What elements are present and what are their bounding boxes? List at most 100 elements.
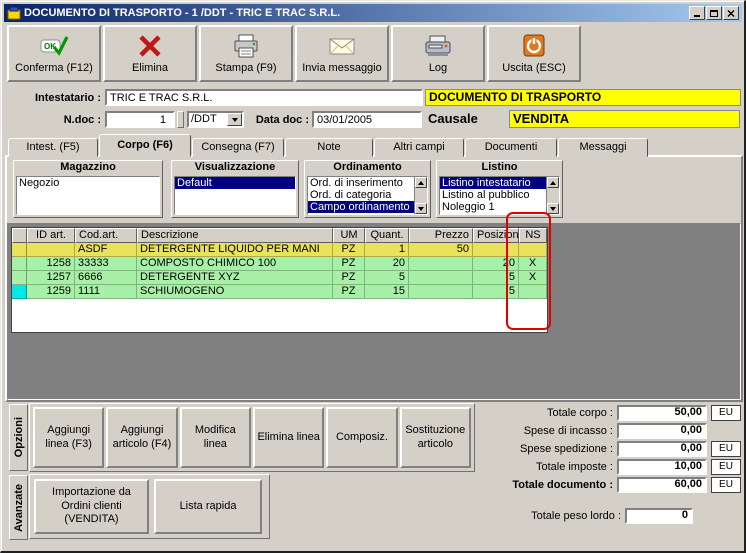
- totale-corpo-value[interactable]: 50,00: [617, 404, 707, 421]
- tab-corpo[interactable]: Corpo (F6): [99, 134, 191, 157]
- cell-descrizione: SCHIUMOGENO: [137, 285, 333, 299]
- table-row[interactable]: 1258 33333 COMPOSTO CHIMICO 100 PZ 20 20…: [12, 257, 547, 271]
- scroll-down-icon[interactable]: [415, 203, 427, 214]
- printer-icon: [231, 33, 261, 59]
- intestatario-field[interactable]: TRIC E TRAC S.R.L.: [105, 89, 423, 106]
- composition-button[interactable]: Composiz.: [326, 407, 398, 468]
- list-item-campo-ordinamento[interactable]: Campo ordinamento: [308, 201, 414, 213]
- log-button[interactable]: Log: [391, 25, 485, 82]
- scroll-down-icon[interactable]: [547, 203, 559, 214]
- col-header-um[interactable]: UM: [333, 228, 365, 243]
- opzioni-panel: Aggiungi linea (F3) Aggiungi articolo (F…: [29, 403, 475, 472]
- add-line-button[interactable]: Aggiungi linea (F3): [33, 407, 105, 468]
- print-button[interactable]: Stampa (F9): [199, 25, 293, 82]
- visualizzazione-group: Visualizzazione Default: [171, 160, 299, 218]
- totale-imposte-value[interactable]: 10,00: [617, 458, 707, 475]
- cell-id-art: [27, 243, 75, 257]
- cell-descrizione: DETERGENTE LIQUIDO PER MANI: [137, 243, 333, 257]
- cell-quant: 1: [365, 243, 409, 257]
- totale-documento-value[interactable]: 60,00: [617, 476, 707, 493]
- scroll-up-icon[interactable]: [415, 177, 427, 188]
- confirm-button[interactable]: OK Conferma (F12): [7, 25, 101, 82]
- cell-id-art: 1257: [27, 271, 75, 285]
- ndoc-field[interactable]: 1: [105, 111, 175, 128]
- doc-type-banner: DOCUMENTO DI TRASPORTO: [425, 89, 741, 106]
- list-item-ord-categoria[interactable]: Ord. di categoria: [308, 189, 414, 201]
- side-tab-opzioni[interactable]: Opzioni: [9, 404, 28, 471]
- col-header-quant[interactable]: Quant.: [365, 228, 409, 243]
- maximize-button[interactable]: [706, 6, 722, 20]
- doc-type-combo[interactable]: /DDT: [187, 111, 244, 128]
- col-header-prezzo[interactable]: Prezzo: [409, 228, 473, 243]
- tab-strip: Intest. (F5) Corpo (F6) Consegna (F7) No…: [8, 134, 649, 157]
- tab-note[interactable]: Note: [285, 138, 373, 157]
- cell-quant: 20: [365, 257, 409, 271]
- cell-um: PZ: [333, 243, 365, 257]
- list-item-default[interactable]: Default: [175, 177, 295, 189]
- spese-incasso-value[interactable]: 0,00: [617, 422, 707, 439]
- cell-cod-art: 6666: [75, 271, 137, 285]
- delete-label: Elimina: [131, 62, 169, 74]
- scroll-up-icon[interactable]: [547, 177, 559, 188]
- chevron-down-icon[interactable]: [227, 113, 242, 126]
- edit-line-button[interactable]: Modifica linea: [179, 407, 251, 468]
- delete-button[interactable]: Elimina: [103, 25, 197, 82]
- add-article-button[interactable]: Aggiungi articolo (F4): [106, 407, 178, 468]
- cell-cod-art: ASDF: [75, 243, 137, 257]
- side-tab-avanzate[interactable]: Avanzate: [9, 475, 28, 540]
- cell-prezzo: [409, 257, 473, 271]
- scanner-icon: [422, 33, 454, 59]
- title-bar[interactable]: DOCUMENTO DI TRASPORTO - 1 /DDT - TRIC E…: [4, 4, 742, 22]
- grid-corner-cell: [12, 228, 27, 243]
- list-item-negozio[interactable]: Negozio: [17, 177, 159, 189]
- ordinamento-scrollbar[interactable]: [414, 177, 427, 214]
- col-header-descrizione[interactable]: Descrizione: [137, 228, 333, 243]
- col-header-id-art[interactable]: ID art.: [27, 228, 75, 243]
- tab-altri-campi[interactable]: Altri campi: [374, 138, 464, 157]
- list-item-listino-intestatario[interactable]: Listino intestatario: [440, 177, 546, 189]
- table-row[interactable]: ASDF DETERGENTE LIQUIDO PER MANI PZ 1 50: [12, 243, 547, 257]
- tab-documenti[interactable]: Documenti: [465, 138, 557, 157]
- list-item-ord-inserimento[interactable]: Ord. di inserimento: [308, 177, 414, 189]
- totale-corpo-label: Totale corpo :: [546, 406, 613, 419]
- delete-line-button[interactable]: Elimina linea: [252, 407, 325, 468]
- tab-intest[interactable]: Intest. (F5): [8, 138, 98, 157]
- quick-list-button[interactable]: Lista rapida: [154, 479, 262, 534]
- close-button[interactable]: [723, 6, 739, 20]
- table-row[interactable]: 1257 6666 DETERGENTE XYZ PZ 5 5 X: [12, 271, 547, 285]
- totale-imposte-currency-button[interactable]: EU: [711, 458, 741, 475]
- cell-quant: 15: [365, 285, 409, 299]
- listino-scrollbar[interactable]: [546, 177, 559, 214]
- toolbar: OK Conferma (F12) Elimina Stampa (F9) In…: [7, 25, 741, 83]
- ordinamento-listbox: Ord. di inserimento Ord. di categoria Ca…: [307, 176, 428, 215]
- spese-spedizione-value[interactable]: 0,00: [617, 440, 707, 457]
- list-item-listino-pubblico[interactable]: Listino al pubblico: [440, 189, 546, 201]
- cell-um: PZ: [333, 271, 365, 285]
- row-selector: [12, 243, 27, 257]
- table-row[interactable]: 1259 1111 SCHIUMOGENO PZ 15 5: [12, 285, 547, 299]
- tab-consegna[interactable]: Consegna (F7): [192, 138, 284, 157]
- exit-button[interactable]: Uscita (ESC): [487, 25, 581, 82]
- cell-id-art: 1259: [27, 285, 75, 299]
- causale-field[interactable]: VENDITA: [509, 110, 740, 128]
- ndoc-grip[interactable]: [177, 111, 184, 128]
- totale-documento-currency-button[interactable]: EU: [711, 476, 741, 493]
- spese-spedizione-currency-button[interactable]: EU: [711, 440, 741, 457]
- peso-lordo-value[interactable]: 0: [625, 507, 693, 524]
- data-doc-field[interactable]: 03/01/2005: [312, 111, 422, 128]
- replace-article-button[interactable]: Sostituzione articolo: [399, 407, 471, 468]
- tab-messaggi[interactable]: Messaggi: [558, 138, 648, 157]
- data-doc-label: Data doc :: [255, 114, 309, 126]
- intestatario-label: Intestatario :: [34, 92, 101, 104]
- send-message-button[interactable]: Invia messaggio: [295, 25, 389, 82]
- window-title: DOCUMENTO DI TRASPORTO - 1 /DDT - TRIC E…: [24, 7, 341, 19]
- import-orders-button[interactable]: Importazione da Ordini clienti (VENDITA): [34, 479, 149, 534]
- ordinamento-title: Ordinamento: [333, 161, 402, 173]
- cell-descrizione: COMPOSTO CHIMICO 100: [137, 257, 333, 271]
- totale-corpo-currency-button[interactable]: EU: [711, 404, 741, 421]
- log-label: Log: [428, 62, 448, 74]
- totale-documento-label: Totale documento :: [512, 478, 613, 491]
- minimize-button[interactable]: [689, 6, 705, 20]
- grid-header-row: ID art. Cod.art. Descrizione UM Quant. P…: [12, 228, 547, 243]
- col-header-cod-art[interactable]: Cod.art.: [75, 228, 137, 243]
